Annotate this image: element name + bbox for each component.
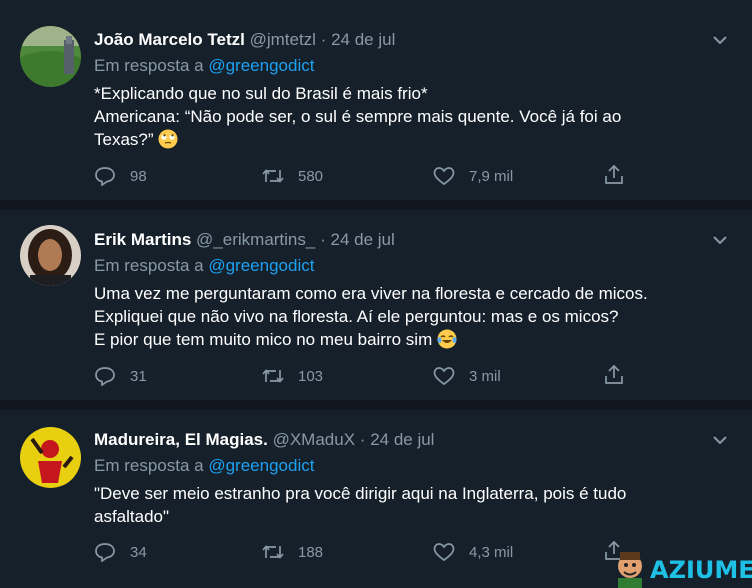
tweet-line: Expliquei que não vivo na floresta. Aí e…	[94, 307, 619, 326]
heart-icon	[433, 167, 455, 186]
tweet-line: *Explicando que no sul do Brasil é mais …	[94, 84, 428, 103]
tweet-divider	[0, 400, 752, 410]
share-button[interactable]	[603, 364, 639, 386]
mascot-icon	[618, 552, 642, 588]
avatar[interactable]	[20, 26, 81, 87]
tweet-text: *Explicando que no sul do Brasil é mais …	[94, 82, 694, 151]
retweet-icon	[262, 169, 284, 183]
reply-button[interactable]: 34	[94, 542, 147, 562]
retweet-count: 103	[298, 367, 324, 385]
separator-dot: ·	[320, 30, 327, 49]
tweet-line: Texas?”	[94, 128, 694, 151]
share-button[interactable]	[603, 164, 639, 186]
tweet-header: Madureira, El Magias. @XMaduX · 24 de ju…	[94, 430, 434, 450]
like-count: 7,9 mil	[469, 167, 514, 185]
retweet-button[interactable]: 188	[262, 542, 323, 562]
reply-to-link[interactable]: @greengodict	[208, 56, 314, 75]
heart-icon	[433, 543, 455, 562]
tweet-date[interactable]: 24 de jul	[370, 430, 434, 449]
chevron-down-icon[interactable]	[712, 34, 728, 46]
reply-button[interactable]: 98	[94, 166, 147, 186]
reply-icon	[95, 367, 115, 386]
tweet-text: "Deve ser meio estranho pra você dirigir…	[94, 482, 694, 528]
user-handle[interactable]: @jmtetzl	[250, 30, 316, 49]
reply-context: Em resposta a @greengodict	[94, 456, 314, 476]
aziume-watermark: AZIUME	[606, 546, 752, 588]
retweet-icon	[262, 369, 284, 383]
tweet-divider	[0, 200, 752, 210]
like-count: 3 mil	[469, 367, 501, 385]
like-button[interactable]: 7,9 mil	[433, 166, 513, 186]
reply-to-link[interactable]: @greengodict	[208, 456, 314, 475]
like-button[interactable]: 3 mil	[433, 366, 501, 386]
display-name[interactable]: João Marcelo Tetzl	[94, 30, 245, 49]
retweet-count: 188	[298, 543, 324, 561]
separator-dot: ·	[359, 430, 366, 449]
retweet-button[interactable]: 103	[262, 366, 323, 386]
tweet-line: "Deve ser meio estranho pra você dirigir…	[94, 484, 627, 503]
tweet-date[interactable]: 24 de jul	[331, 30, 395, 49]
share-icon	[605, 164, 623, 184]
reply-count: 98	[130, 167, 147, 185]
share-icon	[605, 364, 623, 384]
tweet-header: João Marcelo Tetzl @jmtetzl · 24 de jul	[94, 30, 395, 50]
rolling-eyes-emoji-icon	[158, 129, 178, 149]
reply-context: Em resposta a @greengodict	[94, 56, 314, 76]
avatar[interactable]	[20, 225, 81, 286]
separator-dot: ·	[320, 230, 326, 249]
reply-context: Em resposta a @greengodict	[94, 256, 314, 276]
reply-to-link[interactable]: @greengodict	[208, 256, 314, 275]
tweet-line: asfaltado"	[94, 507, 170, 526]
like-button[interactable]: 4,3 mil	[433, 542, 513, 562]
user-handle[interactable]: @XMaduX	[273, 430, 355, 449]
display-name[interactable]: Madureira, El Magias.	[94, 430, 268, 449]
tweet-date[interactable]: 24 de jul	[330, 230, 394, 249]
reply-icon	[95, 543, 115, 562]
tweet-header: Erik Martins @_erikmartins_ · 24 de jul	[94, 230, 395, 250]
chevron-down-icon[interactable]	[712, 434, 728, 446]
retweet-button[interactable]: 580	[262, 166, 323, 186]
display-name[interactable]: Erik Martins	[94, 230, 191, 249]
tweet-line: E pior que tem muito mico no meu bairro …	[94, 328, 734, 351]
tweet-line: Uma vez me perguntaram como era viver na…	[94, 284, 648, 303]
heart-icon	[433, 367, 455, 386]
reply-prefix: Em resposta a	[94, 56, 204, 75]
watermark-text: AZIUME	[650, 556, 752, 584]
retweet-icon	[262, 545, 284, 559]
user-handle[interactable]: @_erikmartins_	[196, 230, 315, 249]
chevron-down-icon[interactable]	[712, 234, 728, 246]
reply-prefix: Em resposta a	[94, 256, 204, 275]
reply-count: 31	[130, 367, 147, 385]
tears-of-joy-emoji-icon	[437, 329, 457, 349]
reply-icon	[95, 167, 115, 186]
tweet-text: Uma vez me perguntaram como era viver na…	[94, 282, 734, 351]
tweet-1[interactable]: João Marcelo Tetzl @jmtetzl · 24 de jul …	[0, 0, 752, 200]
reply-button[interactable]: 31	[94, 366, 147, 386]
reply-count: 34	[130, 543, 147, 561]
avatar[interactable]	[20, 427, 81, 488]
like-count: 4,3 mil	[469, 543, 514, 561]
retweet-count: 580	[298, 167, 324, 185]
tweet-line: Americana: “Não pode ser, o sul é sempre…	[94, 107, 622, 126]
tweet-2[interactable]: Erik Martins @_erikmartins_ · 24 de jul …	[0, 210, 752, 400]
reply-prefix: Em resposta a	[94, 456, 204, 475]
